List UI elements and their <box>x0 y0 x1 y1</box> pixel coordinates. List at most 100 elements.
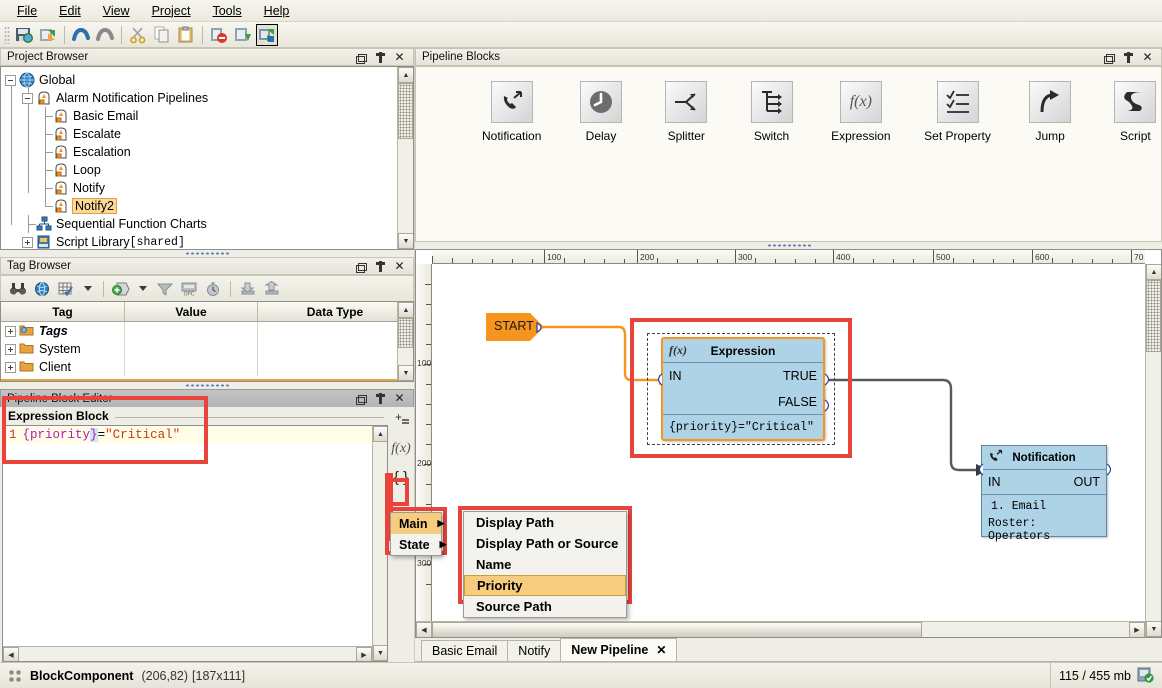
menu-help[interactable]: Help <box>253 2 301 20</box>
tree-node-alarm-pipelines[interactable]: Alarm Notification Pipelines <box>5 89 413 107</box>
download-icon[interactable] <box>232 24 254 46</box>
cut-icon[interactable] <box>127 24 149 46</box>
tag-table-scrollbar[interactable]: ▲ ▼ <box>397 302 413 381</box>
menu-edit[interactable]: Edit <box>48 2 92 20</box>
scroll-left-button[interactable]: ◀ <box>3 647 19 661</box>
scroll-down-button[interactable]: ▼ <box>398 365 413 381</box>
scroll-down-button[interactable]: ▼ <box>1146 621 1161 637</box>
palette-item-switch[interactable]: Switch <box>746 81 797 143</box>
editor-vscrollbar[interactable]: ▲ ▼ <box>372 426 387 661</box>
expression-false-port[interactable] <box>823 399 834 412</box>
memory-ok-icon[interactable] <box>1137 666 1154 686</box>
start-output-port[interactable] <box>536 322 547 333</box>
tree-node-escalation[interactable]: Escalation <box>5 143 413 161</box>
braces-icon[interactable]: { } <box>390 467 412 487</box>
pin-icon[interactable] <box>375 393 386 404</box>
function-icon[interactable]: f(x) <box>390 439 412 459</box>
history-icon[interactable] <box>202 278 224 300</box>
tree-node-escalate[interactable]: Escalate <box>5 125 413 143</box>
palette-item-delay[interactable]: Delay <box>575 81 626 143</box>
expand-toggle[interactable] <box>5 343 16 355</box>
new-tag-caret-icon[interactable] <box>139 286 147 291</box>
menu-tools[interactable]: Tools <box>201 2 252 20</box>
notification-in-port[interactable] <box>974 463 985 476</box>
scroll-up-button[interactable]: ▲ <box>1146 264 1161 280</box>
scroll-up-button[interactable]: ▲ <box>398 67 413 83</box>
property-submenu[interactable]: Display Path Display Path or Source Name… <box>463 511 627 618</box>
tree-node-sfc[interactable]: Sequential Function Charts <box>5 215 413 233</box>
scroll-up-button[interactable]: ▲ <box>398 302 413 318</box>
palette-item-jump[interactable]: Jump <box>1025 81 1076 143</box>
scroll-right-button[interactable]: ▶ <box>1129 622 1145 637</box>
context-menu-item-main[interactable]: Main ▶ <box>391 513 444 534</box>
tag-edit-icon[interactable] <box>55 278 77 300</box>
table-row[interactable]: System <box>1 340 413 358</box>
tab-notify[interactable]: Notify <box>507 640 562 661</box>
paste-icon[interactable] <box>175 24 197 46</box>
column-header-datatype[interactable]: Data Type <box>258 302 413 321</box>
scrollbar-thumb[interactable] <box>1146 280 1161 352</box>
float-icon[interactable] <box>1104 52 1115 64</box>
tree-node-script-library[interactable]: Script Library [shared] <box>5 233 413 249</box>
undo-icon[interactable] <box>70 24 92 46</box>
scrollbar-thumb[interactable] <box>398 318 413 348</box>
expression-editor[interactable]: 1 {priority} = "Critical" ▲ ▼ ◀ ▶ <box>2 425 388 662</box>
pipeline-canvas[interactable]: START f(x) Expression IN TRUE FALSE {pri… <box>433 265 1145 621</box>
update-icon[interactable] <box>256 23 278 46</box>
canvas-hscrollbar[interactable]: ◀ ▶ <box>416 621 1145 637</box>
table-row[interactable]: Client <box>1 358 413 376</box>
refresh-icon[interactable] <box>37 24 59 46</box>
tab-close-icon[interactable]: ✕ <box>656 643 666 657</box>
project-tree-scrollbar[interactable]: ▲ ▼ <box>397 67 413 249</box>
palette-item-expression[interactable]: f(x) Expression <box>831 81 891 143</box>
binoculars-icon[interactable] <box>7 278 29 300</box>
tree-node-loop[interactable]: Loop <box>5 161 413 179</box>
expand-toggle[interactable] <box>22 92 33 104</box>
palette-item-script[interactable]: Script <box>1110 81 1161 143</box>
scrollbar-thumb[interactable] <box>432 622 922 637</box>
expression-block[interactable]: f(x) Expression IN TRUE FALSE {priority}… <box>661 337 825 441</box>
expand-toggle[interactable] <box>22 236 33 248</box>
editor-hscrollbar[interactable]: ◀ ▶ <box>3 646 372 661</box>
splitter-palette-canvas[interactable] <box>415 242 1162 249</box>
column-header-value[interactable]: Value <box>125 302 258 321</box>
expression-in-port[interactable] <box>653 373 664 386</box>
tree-node-basic-email[interactable]: Basic Email <box>5 107 413 125</box>
expand-toggle[interactable] <box>5 74 16 86</box>
expand-toggle[interactable] <box>5 325 16 337</box>
redo-icon[interactable] <box>94 24 116 46</box>
close-icon[interactable] <box>394 261 405 272</box>
tag-filter-caret-icon[interactable] <box>84 286 92 291</box>
submenu-item-source-path[interactable]: Source Path <box>464 596 626 617</box>
opc-icon[interactable]: OPC <box>178 278 200 300</box>
close-icon[interactable] <box>394 393 405 404</box>
tree-node-notify[interactable]: Notify <box>5 179 413 197</box>
tab-basic-email[interactable]: Basic Email <box>421 640 509 661</box>
save-icon[interactable] <box>13 24 35 46</box>
notification-block[interactable]: Notification IN OUT 1. Email Roster: Ope… <box>981 445 1107 543</box>
palette-item-notification[interactable]: Notification <box>482 81 541 143</box>
scroll-down-button[interactable]: ▼ <box>373 645 387 661</box>
property-context-menu[interactable]: Main ▶ State ▶ <box>390 512 447 556</box>
pin-icon[interactable] <box>375 260 386 272</box>
insert-property-icon[interactable]: + <box>390 411 412 431</box>
new-tag-icon[interactable] <box>110 278 132 300</box>
submenu-item-display-path-or-source[interactable]: Display Path or Source <box>464 533 626 554</box>
menu-project[interactable]: Project <box>141 2 202 20</box>
tree-node-global[interactable]: Global <box>5 71 413 89</box>
notification-out-port[interactable] <box>1105 463 1116 476</box>
export-icon[interactable] <box>261 278 283 300</box>
filter-icon[interactable] <box>154 278 176 300</box>
tag-browse-icon[interactable] <box>31 278 53 300</box>
submenu-item-name[interactable]: Name <box>464 554 626 575</box>
scroll-left-button[interactable]: ◀ <box>416 622 432 637</box>
expression-true-port[interactable] <box>823 373 834 386</box>
pin-icon[interactable] <box>375 51 386 63</box>
memory-usage-label[interactable]: 115 / 455 mb <box>1059 669 1131 683</box>
table-row[interactable]: Tags <box>1 322 413 340</box>
float-icon[interactable] <box>356 261 367 273</box>
code-line-1[interactable]: 1 {priority} = "Critical" <box>3 426 387 444</box>
submenu-item-display-path[interactable]: Display Path <box>464 512 626 533</box>
tab-new-pipeline[interactable]: New Pipeline ✕ <box>560 638 678 661</box>
splitter-tag-editor[interactable] <box>0 382 414 389</box>
